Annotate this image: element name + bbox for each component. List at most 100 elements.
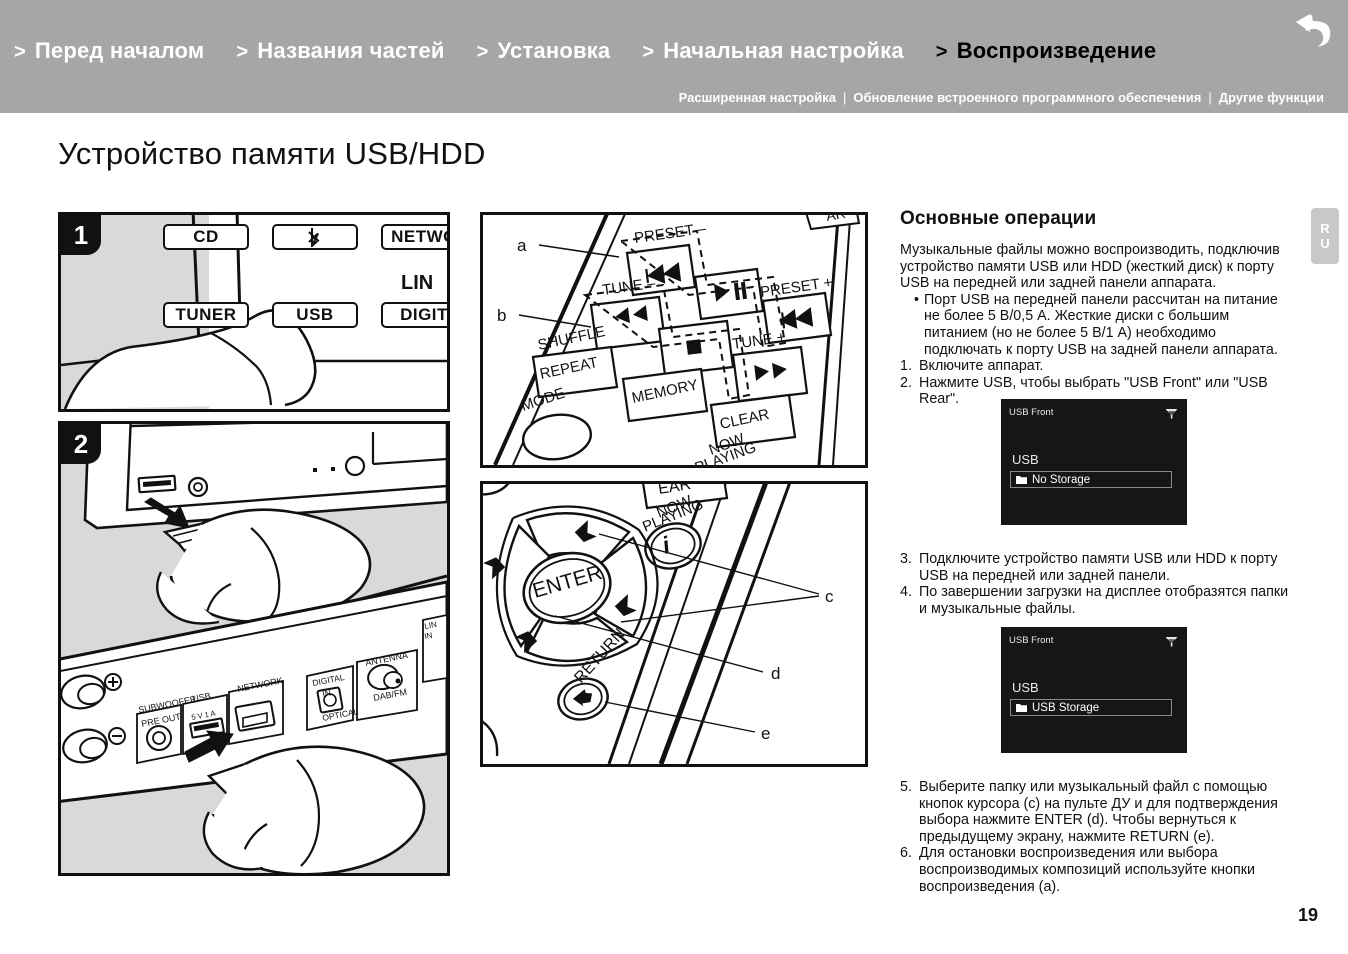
subnav-item-advanced-setup[interactable]: Расширенная настройка [679, 90, 836, 105]
remote-button-bluetooth[interactable] [272, 224, 358, 250]
screen-list-row-selected[interactable]: USB Storage [1010, 699, 1172, 716]
nav-item-initial-setup[interactable]: > Начальная настройка [642, 38, 903, 64]
subnav-item-firmware-update[interactable]: Обновление встроенного программного обес… [853, 90, 1201, 105]
screen-source-title: USB Front [1009, 407, 1054, 418]
step-item: 5. Выберите папку или музыкальный файл с… [900, 779, 1295, 845]
step-item: 4. По завершении загрузки на дисплее ото… [900, 584, 1295, 617]
back-arrow-icon[interactable] [1288, 10, 1334, 52]
panel3-callout-b: b [497, 306, 506, 325]
step-number: 6. [900, 845, 912, 862]
step-number: 3. [900, 551, 912, 567]
remote-button-digital[interactable]: DIGIT [381, 302, 448, 328]
nav-label: Установка [497, 38, 611, 63]
screen-list-row-selected[interactable]: No Storage [1010, 471, 1172, 488]
screen-subtitle: USB [1012, 452, 1039, 467]
page-title: Устройство памяти USB/HDD [58, 136, 486, 171]
step-number: 5. [900, 779, 912, 795]
breadcrumb-nav: > Перед началом > Названия частей > Уста… [14, 38, 1188, 64]
panel4-callout-e: e [761, 724, 770, 743]
step-text: Для остановки воспроизведения или выбора… [919, 845, 1255, 895]
nav-item-installation[interactable]: > Установка [477, 38, 611, 64]
nav-label: Начальная настройка [663, 38, 904, 63]
nav-item-part-names[interactable]: > Названия частей [236, 38, 444, 64]
nav-label: Воспроизведение [956, 38, 1157, 63]
page-number: 19 [1297, 905, 1318, 925]
right-column-steps-5-6: 5. Выберите папку или музыкальный файл с… [900, 779, 1295, 895]
remote-button-label: CD [193, 227, 219, 246]
panel2-drawing: SUBWOOFER PRE OUT USB 5 V 1 A NETWORK DI… [61, 424, 447, 873]
right-column-intro: Основные операции Музыкальные файлы можн… [900, 208, 1295, 408]
language-tab-ru[interactable]: R U [1311, 208, 1339, 264]
chevron-right-icon: > [935, 41, 948, 63]
language-tab-line1: R [1320, 221, 1330, 236]
remote-button-cd[interactable]: CD [163, 224, 249, 250]
wifi-icon [1165, 409, 1178, 419]
right-column-steps-3-4: 3. Подключите устройство памяти USB или … [900, 551, 1295, 617]
device-screen-usb-storage: USB Front USB USB Storage [1001, 627, 1187, 753]
chevron-right-icon: > [642, 41, 655, 63]
device-screen-2-wrapper: USB Front USB USB Storage [1001, 627, 1187, 753]
chevron-right-icon: > [476, 41, 489, 63]
screen-source-title: USB Front [1009, 635, 1054, 646]
panel3-label-tune-minus: TUNE – [601, 275, 657, 299]
folder-icon [1016, 476, 1027, 484]
intro-paragraph: Музыкальные файлы можно воспроизводить, … [900, 242, 1280, 292]
panel1-label-line: LIN [401, 272, 434, 294]
panel3-label-preset-minus: PRESET – [633, 220, 708, 247]
steps-list-3-4: 3. Подключите устройство памяти USB или … [900, 551, 1295, 617]
nav-label: Перед началом [34, 38, 205, 63]
illustration-panel-1: CD NETWO LIN TUNER USB DIGIT 1 [58, 212, 450, 412]
section-heading: Основные операции [900, 208, 1097, 229]
note-item: Порт USB на передней панели рассчитан на… [907, 292, 1295, 358]
nav-item-before-start[interactable]: > Перед началом [14, 38, 204, 64]
screen-row-label: USB Storage [1032, 701, 1100, 714]
sub-nav: Расширенная настройка | Обновление встро… [679, 90, 1324, 105]
panel4-callout-d: d [771, 664, 780, 683]
language-tab-line2: U [1320, 236, 1330, 251]
nav-item-playback[interactable]: > Воспроизведение [936, 38, 1157, 64]
subnav-separator: | [842, 90, 847, 105]
screen-subtitle: USB [1012, 680, 1039, 695]
step-item: 1. Включите аппарат. [900, 358, 1295, 375]
steps-list-5-6: 5. Выберите папку или музыкальный файл с… [900, 779, 1295, 895]
header-bar: > Перед началом > Названия частей > Уста… [0, 0, 1348, 113]
subnav-item-other-functions[interactable]: Другие функции [1219, 90, 1324, 105]
remote-button-network[interactable]: NETWO [381, 224, 447, 250]
step-text: По завершении загрузки на дисплее отобра… [919, 584, 1289, 617]
step-text: Подключите устройство памяти USB или HDD… [919, 551, 1278, 584]
step-text: Выберите папку или музыкальный файл с по… [919, 779, 1278, 845]
device-screen-1-wrapper: USB Front USB No Storage [1001, 399, 1187, 525]
chevron-right-icon: > [236, 41, 249, 63]
folder-icon [1016, 704, 1027, 712]
step-badge-2: 2 [61, 424, 101, 464]
panel4-drawing: EAR i NOW PLAYING ENTER RETURN c d e [483, 484, 834, 764]
panel3-drawing: PRESET – PRESET + TUNE – TUNE + SHUFFLE … [493, 215, 861, 465]
screen-row-label: No Storage [1032, 473, 1091, 486]
step-number: 4. [900, 584, 912, 601]
remote-button-label: USB [296, 305, 334, 324]
illustration-panel-2: SUBWOOFER PRE OUT USB 5 V 1 A NETWORK DI… [58, 421, 450, 876]
remote-button-label: NETWO [391, 227, 447, 246]
step-badge-1: 1 [61, 215, 101, 255]
remote-button-usb[interactable]: USB [272, 302, 358, 328]
device-screen-no-storage: USB Front USB No Storage [1001, 399, 1187, 525]
bluetooth-icon [308, 228, 320, 247]
step-item: 6. Для остановки воспроизведения или выб… [900, 845, 1295, 895]
step-item: 3. Подключите устройство памяти USB или … [900, 551, 1295, 584]
panel4-callout-c: c [825, 587, 834, 606]
step-number: 2. [900, 374, 912, 391]
panel3-callout-a: a [517, 236, 527, 255]
nav-label: Названия частей [257, 38, 445, 63]
remote-button-tuner[interactable]: TUNER [163, 302, 249, 328]
subnav-separator: | [1208, 90, 1212, 105]
remote-button-label: TUNER [175, 305, 237, 324]
chevron-right-icon: > [14, 41, 26, 63]
illustration-panel-3: PRESET – PRESET + TUNE – TUNE + SHUFFLE … [480, 212, 868, 468]
step-text: Включите аппарат. [919, 358, 1044, 375]
manual-page: > Перед началом > Названия частей > Уста… [0, 0, 1348, 954]
notes-list: Порт USB на передней панели рассчитан на… [900, 292, 1295, 358]
illustration-panel-4: EAR i NOW PLAYING ENTER RETURN c d e [480, 481, 868, 767]
step-number: 1. [900, 358, 912, 375]
wifi-icon [1165, 637, 1178, 647]
remote-button-label: DIGIT [400, 305, 448, 324]
